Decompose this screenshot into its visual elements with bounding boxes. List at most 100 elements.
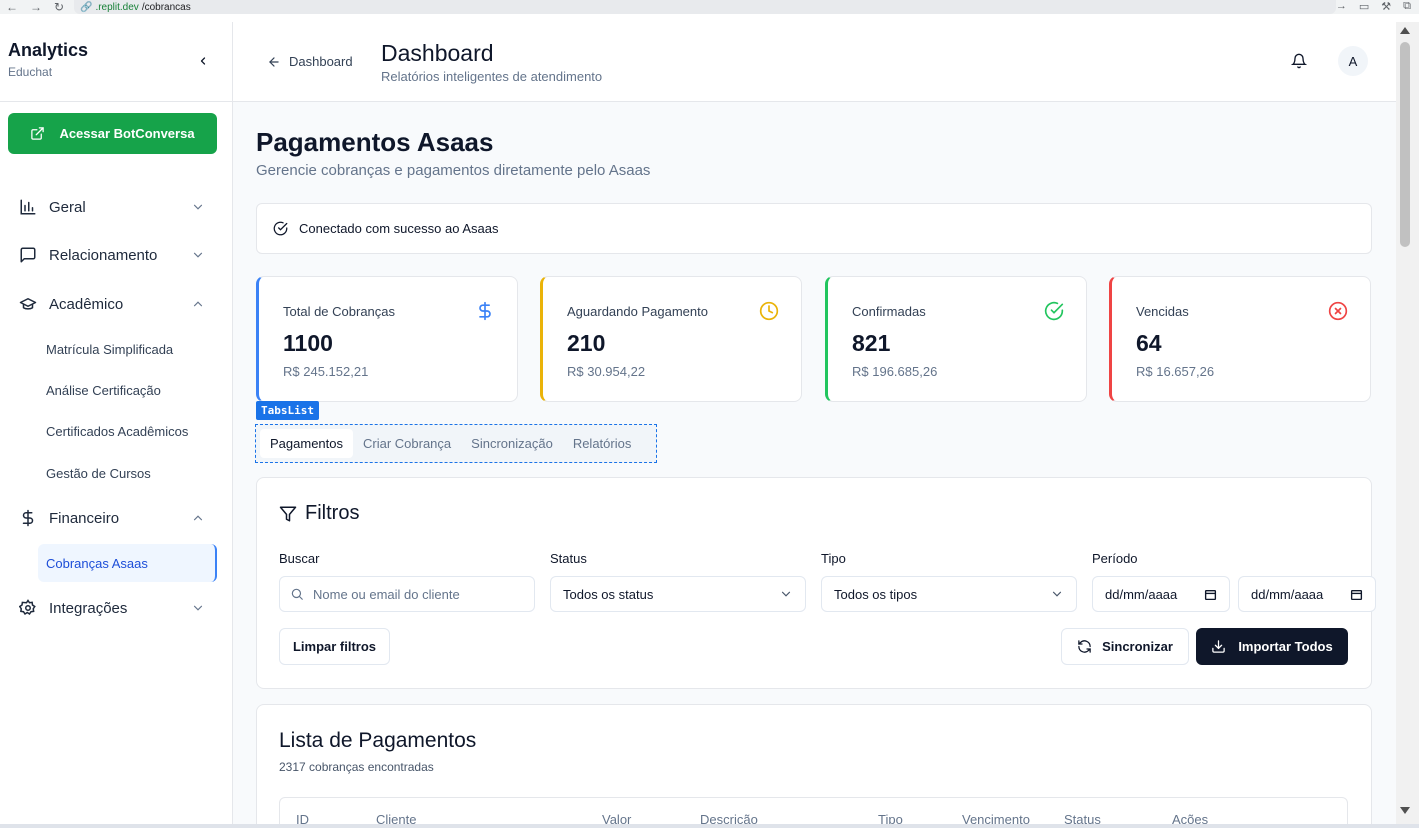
calendar-icon xyxy=(1350,589,1363,600)
address-bar[interactable]: 🔗 .replit.dev/cobrancas xyxy=(74,0,1336,14)
tab-pagamentos[interactable]: Pagamentos xyxy=(260,429,353,458)
chevron-down-icon xyxy=(1052,591,1062,597)
stat-label: Total de Cobranças xyxy=(283,304,396,319)
sidebar-group-financeiro[interactable]: Financeiro xyxy=(0,500,232,536)
chevron-left-icon xyxy=(200,57,206,65)
chevron-down-icon xyxy=(193,605,203,611)
sidebar-group-academico[interactable]: Acadêmico xyxy=(0,286,232,322)
filters-card: Filtros Buscar Nome ou email do cliente … xyxy=(256,477,1376,689)
period-label: Período xyxy=(1092,551,1138,566)
refresh-icon xyxy=(1078,640,1091,653)
page-scrollbar[interactable] xyxy=(1396,22,1419,828)
header-title: Dashboard xyxy=(381,40,494,66)
stat-value: 1100 xyxy=(283,330,333,356)
status-label: Status xyxy=(550,551,587,566)
sidebar-group-geral[interactable]: Geral xyxy=(0,189,232,225)
sidebar: Analytics Educhat Acessar BotConversa Ge… xyxy=(0,22,233,828)
clear-filters-button[interactable]: Limpar filtros xyxy=(279,628,390,665)
access-botconversa-label: Acessar BotConversa xyxy=(59,126,195,141)
status-select[interactable]: Todos os status xyxy=(550,576,806,612)
tools-icon[interactable]: ⚒ xyxy=(1381,0,1391,13)
sidebar-item-certificados-academicos[interactable]: Certificados Acadêmicos xyxy=(46,424,188,439)
notifications-button[interactable] xyxy=(1291,53,1309,71)
brand-title: Analytics xyxy=(8,40,89,60)
search-placeholder: Nome ou email do cliente xyxy=(313,586,460,602)
stat-amount: R$ 30.954,22 xyxy=(567,364,646,379)
stat-card-pending: Aguardando Pagamento 210 R$ 30.954,22 xyxy=(540,276,802,402)
tab-sincronizacao[interactable]: Sincronização xyxy=(461,429,563,458)
stat-amount: R$ 245.152,21 xyxy=(283,364,369,379)
bar-chart-icon xyxy=(19,198,37,216)
payments-list-card: Lista de Pagamentos 2317 cobranças encon… xyxy=(256,704,1372,828)
x-circle-icon xyxy=(1328,301,1348,321)
scroll-up-arrow-icon[interactable] xyxy=(1400,27,1410,34)
stat-value: 821 xyxy=(852,330,891,356)
open-external-icon[interactable]: ⧉ xyxy=(1403,0,1411,13)
sidebar-item-gestao-de-cursos[interactable]: Gestão de Cursos xyxy=(46,466,151,481)
url-host: .replit.dev xyxy=(95,1,139,13)
sidebar-group-relacionamento[interactable]: Relacionamento xyxy=(0,237,232,273)
payments-list-title: Lista de Pagamentos xyxy=(279,729,477,752)
chevron-down-icon xyxy=(193,252,203,258)
search-input[interactable]: Nome ou email do cliente xyxy=(279,576,535,612)
date-from-value: dd/mm/aaaa xyxy=(1105,586,1178,602)
calendar-icon xyxy=(1204,589,1217,600)
brand-subtitle: Educhat xyxy=(8,65,53,79)
sync-button[interactable]: Sincronizar xyxy=(1061,628,1189,665)
collapse-sidebar-button[interactable] xyxy=(194,52,212,70)
message-square-icon xyxy=(19,246,37,264)
share-icon[interactable]: → xyxy=(1336,0,1347,13)
tab-criar-cobranca[interactable]: Criar Cobrança xyxy=(353,429,461,458)
back-to-dashboard-link[interactable]: Dashboard xyxy=(267,54,353,69)
scroll-down-arrow-icon[interactable] xyxy=(1400,807,1410,814)
chevron-down-icon xyxy=(193,204,203,210)
import-all-label: Importar Todos xyxy=(1238,639,1333,654)
date-to-input[interactable]: dd/mm/aaaa xyxy=(1238,576,1376,612)
clock-icon xyxy=(759,301,779,321)
top-header: Dashboard Dashboard Relatórios inteligen… xyxy=(233,22,1396,102)
graduation-cap-icon xyxy=(19,295,37,313)
sidebar-item-matricula-simplificada[interactable]: Matrícula Simplificada xyxy=(46,342,173,357)
sidebar-divider xyxy=(0,101,232,102)
page-subtitle: Gerencie cobranças e pagamentos diretame… xyxy=(256,162,651,179)
bell-icon xyxy=(1291,53,1307,69)
stat-card-confirmed: Confirmadas 821 R$ 196.685,26 xyxy=(825,276,1087,402)
url-path: /cobrancas xyxy=(141,1,191,13)
filter-icon xyxy=(279,506,297,521)
sidebar-group-label: Integrações xyxy=(49,599,128,617)
forward-arrow-icon[interactable]: → xyxy=(30,1,42,13)
scrollbar-thumb[interactable] xyxy=(1400,42,1410,247)
user-avatar[interactable]: A xyxy=(1338,46,1368,76)
connection-alert-text: Conectado com sucesso ao Asaas xyxy=(299,221,499,236)
sidebar-group-label: Geral xyxy=(49,198,86,216)
tab-relatorios[interactable]: Relatórios xyxy=(563,429,642,458)
tabslist-debug-tag: TabsList xyxy=(256,401,319,420)
header-subtitle: Relatórios inteligentes de atendimento xyxy=(381,69,603,84)
sidebar-group-label: Relacionamento xyxy=(49,246,158,264)
date-to-value: dd/mm/aaaa xyxy=(1251,586,1324,602)
import-all-button[interactable]: Importar Todos xyxy=(1196,628,1348,665)
stat-amount: R$ 16.657,26 xyxy=(1136,364,1215,379)
sidebar-item-analise-certificacao[interactable]: Análise Certificação xyxy=(46,383,161,398)
payments-count: 2317 cobranças encontradas xyxy=(279,760,434,774)
sidebar-group-label: Financeiro xyxy=(49,509,120,527)
access-botconversa-button[interactable]: Acessar BotConversa xyxy=(8,113,217,154)
stat-label: Confirmadas xyxy=(852,304,926,319)
check-circle-icon xyxy=(1044,301,1064,321)
reload-icon[interactable]: ↻ xyxy=(54,1,64,13)
back-link-label: Dashboard xyxy=(289,54,353,69)
sync-button-label: Sincronizar xyxy=(1102,639,1173,654)
type-select[interactable]: Todos os tipos xyxy=(821,576,1077,612)
back-arrow-icon[interactable]: ← xyxy=(6,1,18,13)
type-label: Tipo xyxy=(821,551,846,566)
stat-card-overdue: Vencidas 64 R$ 16.657,26 xyxy=(1109,276,1371,402)
sidebar-group-integracoes[interactable]: Integrações xyxy=(0,590,232,626)
devices-icon[interactable]: ▭ xyxy=(1359,0,1369,13)
sidebar-item-cobrancas-asaas[interactable]: Cobranças Asaas xyxy=(38,544,217,582)
stat-card-total: Total de Cobranças 1100 R$ 245.152,21 xyxy=(256,276,518,402)
stat-value: 210 xyxy=(567,330,606,356)
tabs-list: Pagamentos Criar Cobrança Sincronização … xyxy=(255,424,657,463)
stat-label: Vencidas xyxy=(1136,304,1189,319)
date-from-input[interactable]: dd/mm/aaaa xyxy=(1092,576,1230,612)
link-icon: 🔗 xyxy=(80,1,93,13)
